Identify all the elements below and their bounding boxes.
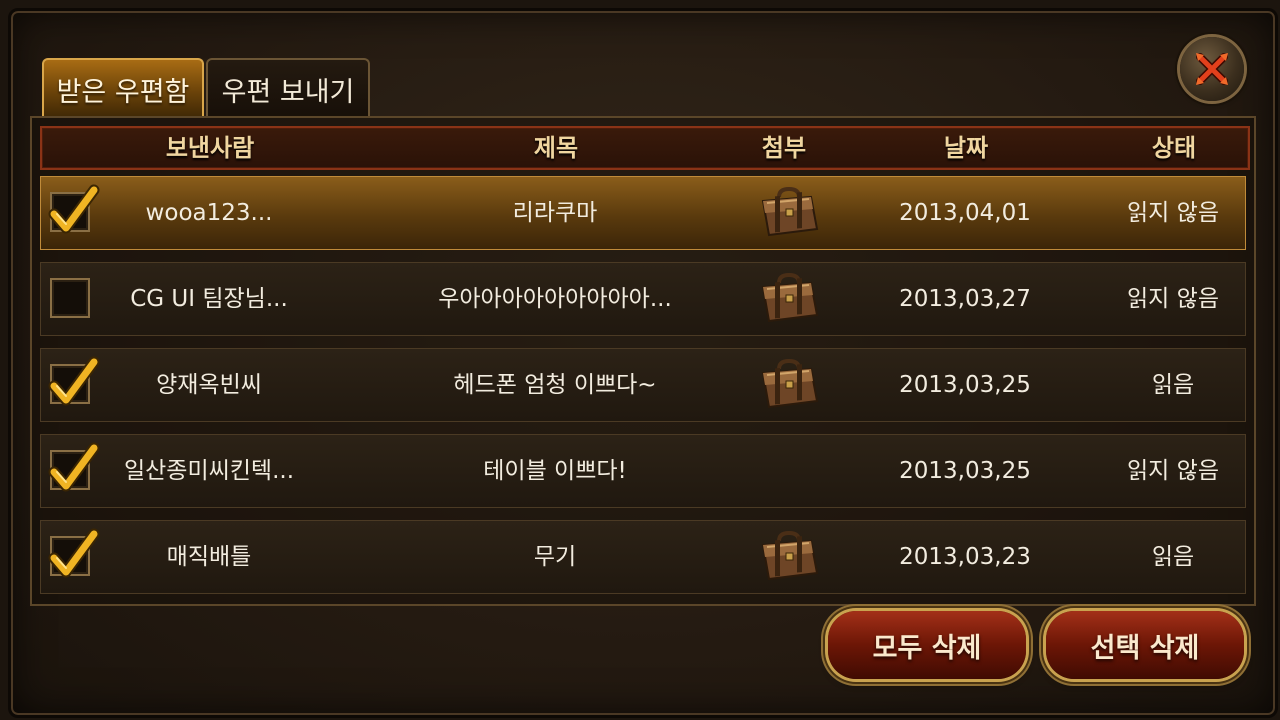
mail-subject: 무기 [533, 544, 577, 570]
mail-date: 2013,03,23 [899, 544, 1031, 570]
mail-date: 2013,03,25 [899, 372, 1031, 398]
tab-send-mail[interactable]: 우편 보내기 [206, 58, 370, 118]
mail-status: 읽지 않음 [1127, 458, 1219, 484]
mail-checkbox[interactable] [48, 184, 100, 234]
mail-date: 2013,03,25 [899, 458, 1031, 484]
mail-row[interactable]: 일산종미씨킨텍... 테이블 이쁘다! 2013,03,25 읽지 않음 [40, 434, 1246, 508]
attachment-icon[interactable] [757, 357, 821, 413]
briefcase-icon [761, 186, 819, 237]
mail-row[interactable]: wooa123... 리라쿠마 2013,04,01 읽지 않음 [40, 176, 1246, 250]
mail-status: 읽지 않음 [1127, 200, 1219, 226]
header-subject: 제목 [533, 134, 579, 162]
checkmark-icon [48, 528, 100, 578]
mail-sender: 양재옥빈씨 [156, 372, 262, 398]
delete-selected-button[interactable]: 선택 삭제 [1046, 611, 1244, 679]
mail-subject: 헤드폰 엄청 이쁘다~ [453, 372, 657, 398]
header-attachment: 첨부 [761, 134, 807, 162]
checkmark-icon [48, 184, 100, 234]
mail-row[interactable]: 매직배틀 무기 2013,03,23 읽음 [40, 520, 1246, 594]
tab-inbox[interactable]: 받은 우편함 [42, 58, 204, 118]
briefcase-icon [761, 272, 819, 323]
close-button[interactable] [1180, 37, 1244, 101]
mail-status: 읽음 [1151, 544, 1195, 570]
mail-date: 2013,04,01 [899, 200, 1031, 226]
mail-table: 보낸사람 제목 첨부 날짜 상태 wooa123... 리라쿠마 2013,04,0… [30, 116, 1256, 606]
header-sender: 보낸사람 [165, 134, 255, 162]
mail-date: 2013,03,27 [899, 286, 1031, 312]
checkmark-icon [48, 356, 100, 406]
mail-subject: 우아아아아아아아아아... [438, 286, 672, 312]
mail-sender: CG UI 팀장님... [130, 286, 288, 312]
close-x-icon [1196, 53, 1228, 85]
mail-row[interactable]: 양재옥빈씨 헤드폰 엄청 이쁘다~ 2013,03,25 읽음 [40, 348, 1246, 422]
attachment-icon[interactable] [757, 529, 821, 585]
table-header: 보낸사람 제목 첨부 날짜 상태 [40, 126, 1250, 170]
mail-checkbox[interactable] [48, 528, 100, 578]
mail-sender: 매직배틀 [166, 544, 252, 570]
mail-status: 읽지 않음 [1127, 286, 1219, 312]
delete-all-button[interactable]: 모두 삭제 [828, 611, 1026, 679]
header-status: 상태 [1151, 134, 1197, 162]
mail-checkbox[interactable] [50, 278, 90, 318]
mail-sender: 일산종미씨킨텍... [123, 458, 295, 484]
briefcase-icon [761, 358, 819, 409]
mail-checkbox[interactable] [48, 356, 100, 406]
attachment-icon[interactable] [757, 185, 821, 241]
mail-subject: 테이블 이쁘다! [483, 458, 627, 484]
mail-sender: wooa123... [145, 200, 273, 226]
mail-checkbox[interactable] [48, 442, 100, 492]
checkmark-icon [48, 442, 100, 492]
attachment-icon[interactable] [757, 271, 821, 327]
mail-status: 읽음 [1151, 372, 1195, 398]
header-date: 날짜 [943, 134, 989, 162]
mail-row[interactable]: CG UI 팀장님... 우아아아아아아아아아... 2013,03,27 읽지 않음 [40, 262, 1246, 336]
briefcase-icon [761, 530, 819, 581]
mail-subject: 리라쿠마 [512, 200, 598, 226]
